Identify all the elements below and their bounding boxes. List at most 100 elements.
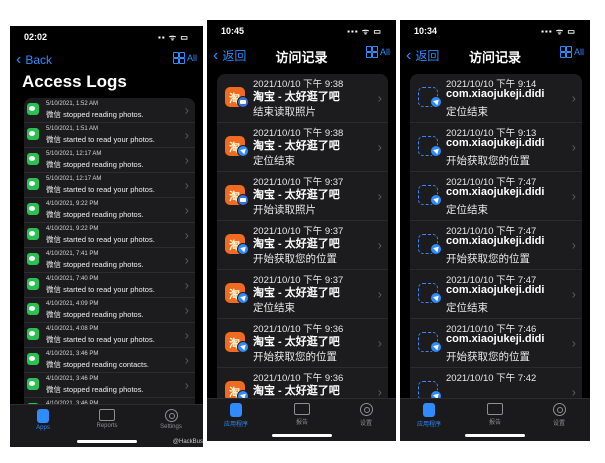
log-app-name: 淘宝 - 太好逛了吧	[253, 336, 340, 348]
grid-icon	[365, 46, 378, 58]
log-action: 开始获取您的位置	[446, 253, 530, 265]
list-item[interactable]: 4/10/2021, 4:09 PM 微信 stopped reading pho…	[24, 298, 195, 323]
all-button[interactable]: All	[365, 46, 390, 58]
location-badge-icon	[430, 243, 442, 255]
nav-bar: ‹ Back All	[10, 48, 203, 74]
chevron-right-icon: ›	[184, 302, 189, 318]
location-badge-icon	[430, 292, 442, 304]
status-time: 10:34	[414, 26, 438, 36]
wechat-icon	[27, 378, 39, 390]
gear-icon	[164, 409, 178, 422]
log-app-name: com.xiaojukeji.didi	[446, 333, 545, 345]
home-indicator	[76, 440, 137, 443]
log-app-name: 淘宝 - 太好逛了吧	[253, 287, 340, 299]
log-date: 4/10/2021, 4:09 PM	[46, 301, 99, 307]
list-item[interactable]: 2021/10/10 下午 9:36淘宝 - 太好逛了吧开始获取您的位置›	[217, 319, 388, 368]
list-item[interactable]: 2021/10/10 下午 9:38淘宝 - 太好逛了吧定位结束›	[217, 123, 388, 172]
chevron-right-icon: ›	[571, 237, 576, 253]
location-badge-icon	[430, 341, 442, 353]
chevron-right-icon: ›	[377, 139, 382, 155]
chevron-right-icon: ›	[184, 252, 189, 268]
log-text: 微信 started to read your photos.	[46, 135, 155, 144]
page-title: Access Logs	[22, 72, 127, 91]
tray-icon	[99, 409, 115, 421]
list-item[interactable]: 2021/10/10 下午 9:14 com.xiaojukeji.didi 定位结…	[410, 74, 582, 123]
list-item[interactable]: 2021/10/10 下午 9:37淘宝 - 太好逛了吧开始获取您的位置›	[217, 221, 388, 270]
tab-settings[interactable]: Settings	[146, 409, 196, 430]
list-item[interactable]: 4/10/2021, 7:40 PM 微信 started to read you…	[24, 273, 195, 298]
chevron-right-icon: ›	[571, 90, 576, 106]
chevron-right-icon: ›	[571, 335, 576, 351]
all-button[interactable]: All	[172, 52, 197, 64]
list-item[interactable]: 5/10/2021, 1:51 AM 微信 started to read you…	[24, 123, 195, 148]
list-item[interactable]: 5/10/2021, 12:17 AM 微信 stopped reading ph…	[24, 148, 195, 173]
list-item[interactable]: 2021/10/10 下午 9:37淘宝 - 太好逛了吧定位结束›	[217, 270, 388, 319]
wechat-icon	[27, 303, 39, 315]
tab-apps[interactable]: 应用程序	[211, 403, 261, 428]
back-button[interactable]: ‹ Back	[16, 51, 52, 68]
log-date: 5/10/2021, 12:17 AM	[46, 151, 102, 157]
wechat-icon	[27, 153, 39, 165]
log-text: 微信 stopped reading photos.	[46, 260, 144, 269]
signal-icons: ▪▪ ᯤ ▭	[158, 33, 189, 42]
list-item[interactable]: 4/10/2021, 9:22 PM 微信 stopped reading pho…	[24, 198, 195, 223]
watermark: @HackBus	[172, 439, 203, 445]
tab-apps[interactable]: 应用程序	[404, 403, 454, 428]
list-item[interactable]: 5/10/2021, 1:52 AM 微信 stopped reading pho…	[24, 98, 195, 123]
log-text: 微信 started to read your photos.	[46, 285, 155, 294]
list-item[interactable]: 2021/10/10 下午 7:47 com.xiaojukeji.didi 定位结…	[410, 172, 582, 221]
list-item[interactable]: 4/10/2021, 9:22 PM 微信 started to read you…	[24, 223, 195, 248]
tab-reports[interactable]: 报告	[277, 403, 327, 426]
chevron-right-icon: ›	[184, 127, 189, 143]
wechat-icon	[27, 203, 39, 215]
tab-reports[interactable]: Reports	[82, 409, 132, 429]
apps-icon	[423, 403, 435, 417]
log-date: 4/10/2021, 7:40 PM	[46, 276, 99, 282]
list-item[interactable]: 2021/10/10 下午 9:13 com.xiaojukeji.didi 开始获…	[410, 123, 582, 172]
chevron-right-icon: ›	[184, 202, 189, 218]
log-text: 微信 stopped reading photos.	[46, 160, 144, 169]
log-text: 微信 stopped reading photos.	[46, 210, 144, 219]
log-action: 开始读取照片	[253, 204, 316, 216]
list-item[interactable]: 4/10/2021, 4:08 PM 微信 started to read you…	[24, 323, 195, 348]
list-item[interactable]: 2021/10/10 下午 7:47 com.xiaojukeji.didi 定位结…	[410, 270, 582, 319]
tab-apps[interactable]: Apps	[18, 409, 68, 431]
all-button[interactable]: All	[559, 46, 584, 58]
list-item[interactable]: 4/10/2021, 3:46 PM 微信 stopped reading con…	[24, 348, 195, 373]
log-action: 定位结束	[446, 204, 488, 216]
grid-icon	[172, 52, 185, 64]
location-badge-icon	[430, 194, 442, 206]
location-badge-icon	[237, 243, 249, 255]
list-item[interactable]: 2021/10/10 下午 7:46 com.xiaojukeji.didi 开始获…	[410, 319, 582, 368]
chevron-left-icon: ‹	[16, 51, 22, 68]
access-log-list: 2021/10/10 下午 9:38淘宝 - 太好逛了吧结束读取照片›2021/…	[217, 74, 388, 410]
list-item[interactable]: 2021/10/10 下午 7:47 com.xiaojukeji.didi 开始获…	[410, 221, 582, 270]
status-bar: 10:45 ▪▪▪ ᯤ ▭	[207, 20, 396, 40]
tab-settings[interactable]: 设置	[341, 403, 391, 427]
list-item[interactable]: 2021/10/10 下午 9:38淘宝 - 太好逛了吧结束读取照片›	[217, 74, 388, 123]
photo-badge-icon	[237, 194, 249, 206]
chevron-right-icon: ›	[184, 352, 189, 368]
chevron-right-icon: ›	[184, 227, 189, 243]
list-item[interactable]: 4/10/2021, 3:46 PM 微信 stopped reading pho…	[24, 373, 195, 398]
status-time: 02:02	[24, 32, 48, 42]
list-item[interactable]: 4/10/2021, 7:41 PM 微信 stopped reading pho…	[24, 248, 195, 273]
grid-icon	[559, 46, 572, 58]
log-date: 2021/10/10 下午 7:42	[446, 373, 537, 384]
wechat-icon	[27, 328, 39, 340]
list-item[interactable]: 5/10/2021, 12:17 AM 微信 started to read yo…	[24, 173, 195, 198]
log-text: 微信 started to read your photos.	[46, 235, 155, 244]
tab-reports[interactable]: 报告	[470, 403, 520, 426]
wechat-icon	[27, 228, 39, 240]
tab-label: 报告	[488, 420, 501, 426]
tab-label: Reports	[96, 423, 118, 429]
log-app-name: 淘宝 - 太好逛了吧	[253, 189, 340, 201]
log-date: 4/10/2021, 9:22 PM	[46, 201, 99, 207]
list-item[interactable]: 2021/10/10 下午 9:37淘宝 - 太好逛了吧开始读取照片›	[217, 172, 388, 221]
wechat-icon	[27, 353, 39, 365]
wechat-icon	[27, 253, 39, 265]
gear-icon	[552, 403, 566, 416]
tab-settings[interactable]: 设置	[534, 403, 584, 427]
all-label: All	[186, 53, 197, 63]
log-action: 开始获取您的位置	[446, 351, 530, 363]
